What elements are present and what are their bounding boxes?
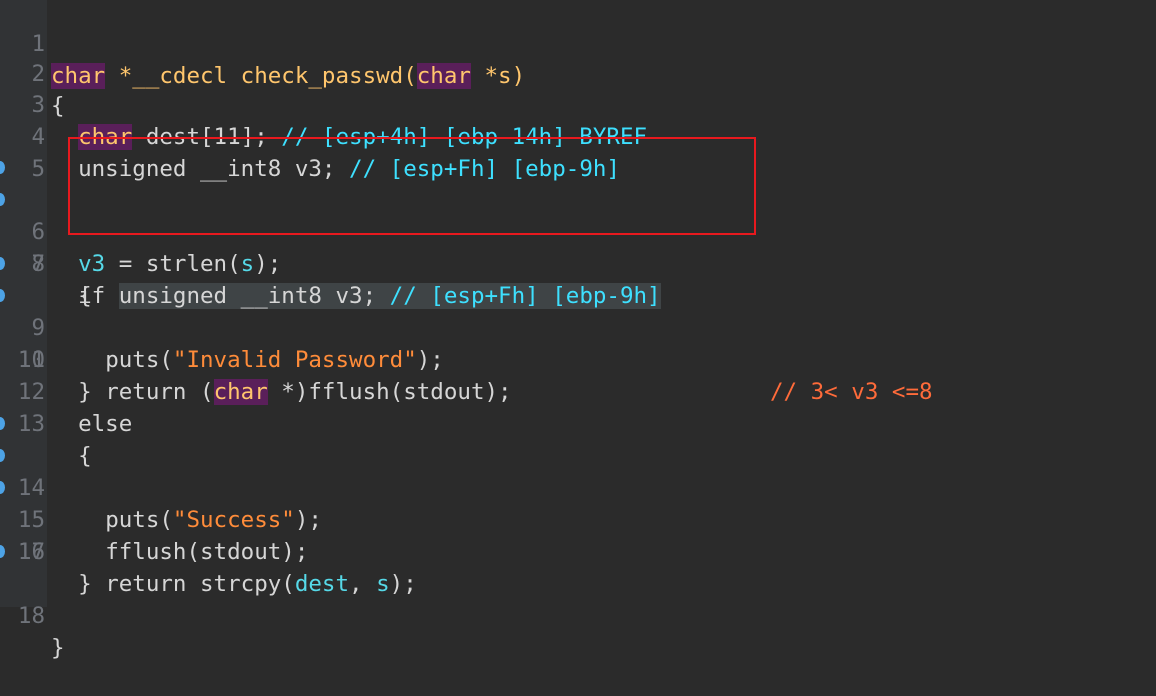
breakpoint-marker-icon[interactable]: [0, 481, 5, 494]
breakpoint-marker-icon[interactable]: [0, 257, 5, 270]
code-line[interactable]: 3 char dest[11]; // [esp+4h] [ebp-14h] B…: [0, 57, 1156, 150]
code-line[interactable]: 2 {: [0, 26, 1156, 119]
breakpoint-marker-icon[interactable]: [0, 193, 5, 206]
code-line[interactable]: 1 char *__cdecl check_passwd(char *s): [0, 0, 1156, 89]
code-line[interactable]: 16 return strcpy(dest, s);: [0, 472, 1156, 597]
code-line[interactable]: 9 puts("Invalid Password"); // 3< v3 <=8: [0, 248, 1156, 405]
code-line[interactable]: 10 return (char *)fflush(stdout);: [0, 280, 1156, 405]
code-text: }: [78, 571, 92, 597]
code-line[interactable]: 15 fflush(stdout);: [0, 440, 1156, 565]
breakpoint-marker-icon[interactable]: [0, 545, 5, 558]
code-line[interactable]: 18 }: [0, 536, 1156, 661]
code-line[interactable]: 13 {: [0, 376, 1156, 469]
code-editor[interactable]: 1 char *__cdecl check_passwd(char *s) 2 …: [0, 0, 1156, 661]
breakpoint-marker-icon[interactable]: [0, 417, 5, 430]
breakpoint-marker-icon[interactable]: [0, 161, 5, 174]
annotation-highlight-box: [68, 137, 756, 235]
line-number: 18: [17, 603, 45, 629]
code-line[interactable]: 12 else: [0, 344, 1156, 437]
code-text: }: [51, 635, 65, 661]
code-line[interactable]: 14 puts("Success");: [0, 408, 1156, 533]
code-line[interactable]: 11 }: [0, 312, 1156, 405]
code-text: return strcpy(dest, s);: [105, 571, 417, 597]
breakpoint-marker-icon[interactable]: [0, 289, 5, 302]
code-line[interactable]: 17 }: [0, 504, 1156, 597]
code-line[interactable]: 4 unsigned __int8 v3; // [esp+Fh] [ebp-9…: [0, 89, 1156, 182]
breakpoint-marker-icon[interactable]: [0, 449, 5, 462]
